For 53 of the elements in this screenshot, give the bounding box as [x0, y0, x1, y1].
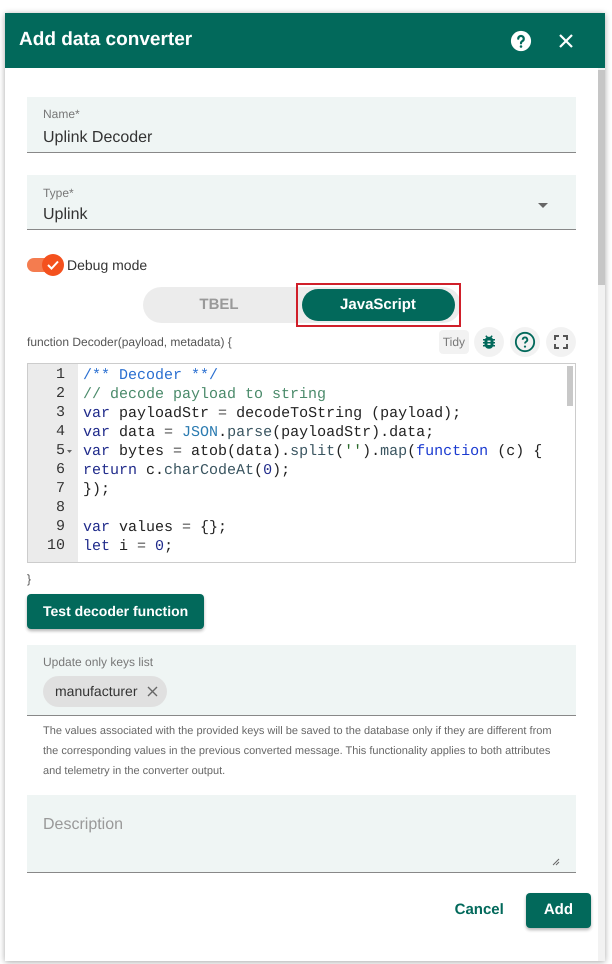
- closing-brace: }: [27, 571, 32, 588]
- select-value: Uplink: [43, 205, 88, 225]
- name-field[interactable]: Name* Uplink Decoder: [27, 97, 576, 153]
- code-line: /** Decoder **/: [83, 366, 220, 385]
- code-line: let i = 0;: [83, 537, 174, 556]
- field-label: Type*: [43, 185, 75, 202]
- code-line: });: [83, 480, 112, 499]
- line-number: 5: [56, 441, 65, 462]
- fullscreen-icon[interactable]: [554, 335, 568, 349]
- code-line: var payloadStr = decodeToString (payload);: [83, 404, 462, 423]
- help-icon[interactable]: [514, 331, 536, 353]
- dropdown-caret-icon: [538, 203, 548, 208]
- function-signature: function Decoder(payload, metadata) {: [27, 334, 233, 351]
- name-input[interactable]: Uplink Decoder: [43, 126, 560, 150]
- type-select[interactable]: Type* Uplink: [27, 175, 576, 230]
- field-label: Update only keys list: [43, 654, 154, 671]
- cancel-button[interactable]: Cancel: [450, 893, 508, 928]
- field-label: Name*: [43, 106, 81, 123]
- code-editor[interactable]: [27, 363, 576, 563]
- language-tab[interactable]: JavaScript: [302, 289, 454, 321]
- fold-caret-icon[interactable]: [67, 450, 72, 453]
- description-field[interactable]: Description: [27, 795, 576, 873]
- code-line: var data = JSON.parse(payloadStr).data;: [83, 423, 436, 442]
- line-number: 1: [56, 365, 65, 386]
- tidy-button[interactable]: Tidy: [438, 330, 469, 354]
- bug-icon[interactable]: [480, 333, 498, 351]
- resize-handle-icon[interactable]: [552, 858, 560, 866]
- check-icon: [47, 260, 59, 270]
- dialog-title: Add data converter: [19, 28, 194, 52]
- line-number: 2: [56, 384, 65, 404]
- line-number: 7: [56, 479, 65, 500]
- scrollbar-thumb[interactable]: [598, 70, 605, 285]
- add-button[interactable]: Add: [526, 893, 591, 928]
- line-number: 3: [56, 403, 65, 424]
- close-icon[interactable]: [558, 32, 574, 48]
- line-number: 4: [56, 422, 65, 442]
- code-line: // decode payload to string: [83, 385, 328, 404]
- key-chip[interactable]: manufacturer: [43, 676, 168, 707]
- keys-field[interactable]: Update only keys list manufacturer: [27, 645, 576, 716]
- code-line: var values = {};: [83, 518, 228, 537]
- keys-hint: The values associated with the provided keys will be saved to the database only if they are different from the corresponding values in the previous converted message. This functionality applies to both attributes and telemetry in the converter output.: [42, 724, 553, 779]
- line-number: 9: [56, 517, 65, 538]
- code-line: var bytes = atob(data).split('').map(function (c) {: [83, 442, 544, 461]
- code-line: return c.charCodeAt(0);: [83, 461, 292, 480]
- help-icon[interactable]: [510, 30, 532, 52]
- line-number: 10: [46, 536, 65, 556]
- debug-mode-label: Debug mode: [67, 256, 148, 275]
- remove-icon[interactable]: [147, 686, 158, 697]
- test-decoder-button[interactable]: Test decoder function: [27, 594, 204, 629]
- line-number: 6: [56, 460, 65, 480]
- line-number: 8: [56, 498, 65, 518]
- description-input[interactable]: Description: [43, 813, 560, 853]
- scrollbar-thumb[interactable]: [567, 366, 573, 406]
